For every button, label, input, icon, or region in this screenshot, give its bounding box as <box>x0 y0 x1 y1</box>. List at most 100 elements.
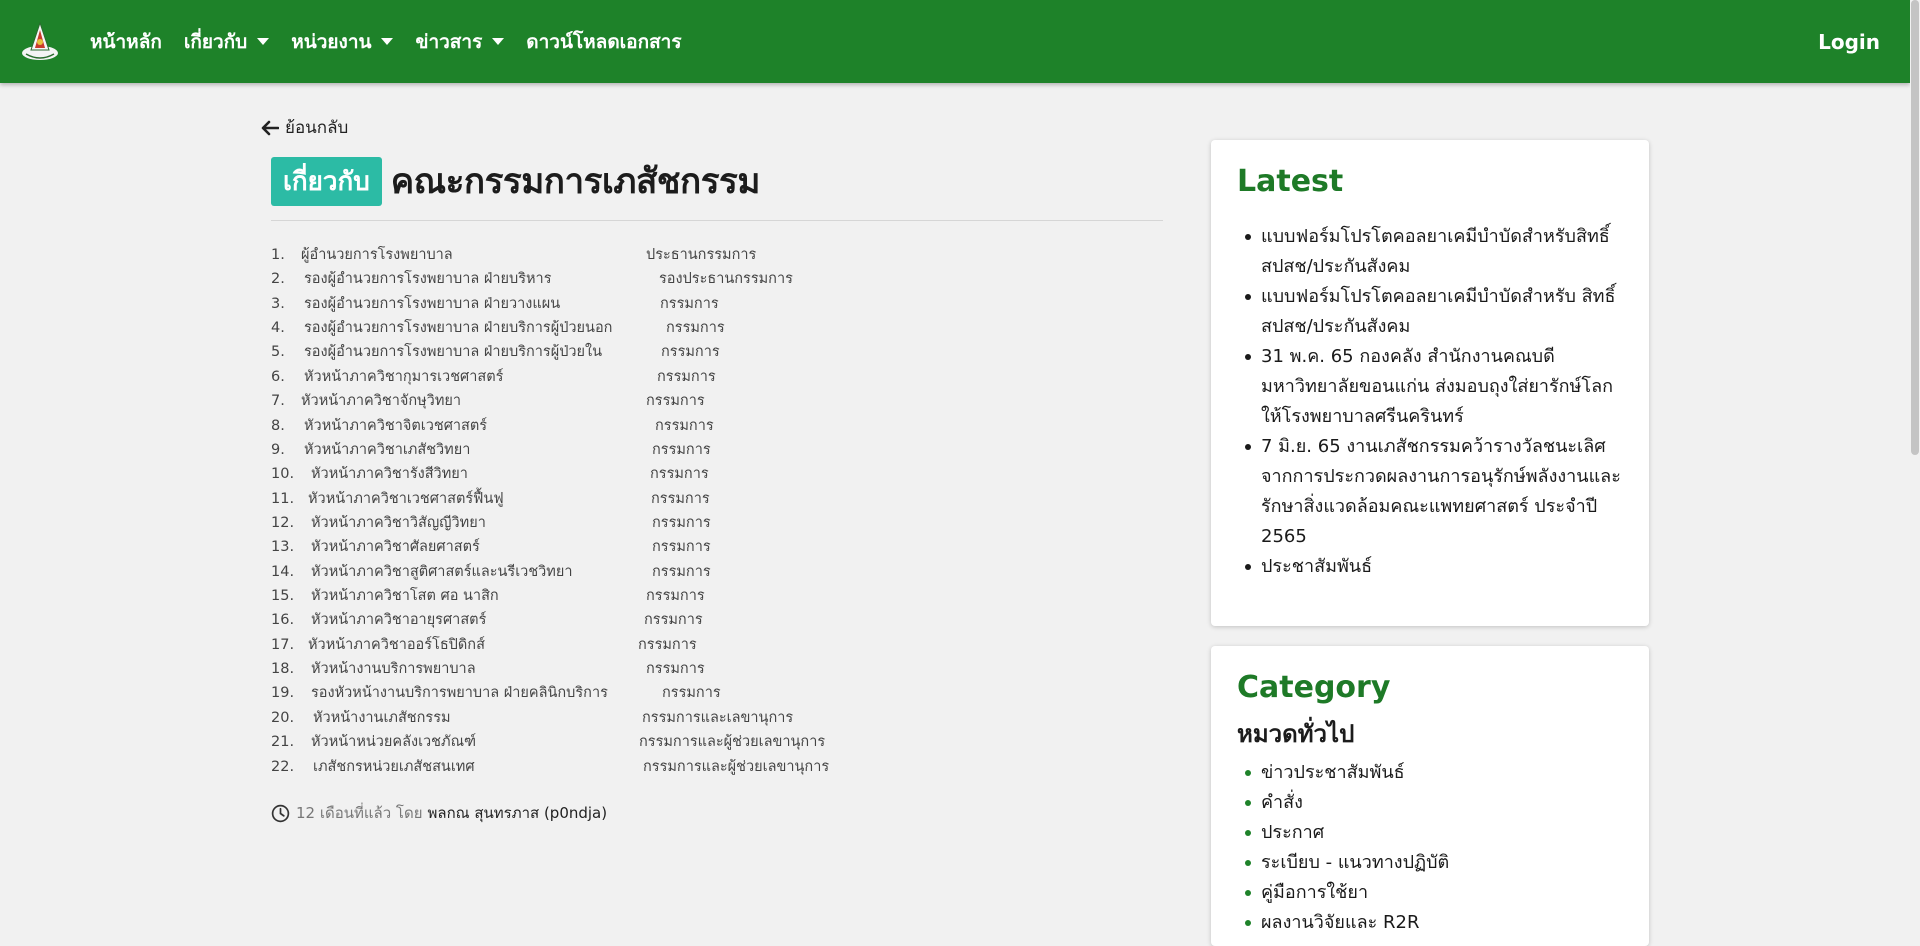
member-row: 19. รองหัวหน้างานบริการพยาบาล ฝ่ายคลินิกบ… <box>271 681 891 705</box>
title-divider <box>271 220 1163 221</box>
member-name: หัวหน้าภาควิชาศัลยศาสตร์ <box>311 539 480 556</box>
nav-news-label: ข่าวสาร <box>415 30 483 53</box>
member-number: 1. <box>271 247 285 263</box>
category-item[interactable]: ประกาศ <box>1244 818 1449 848</box>
nav-downloads-label: ดาวน์โหลดเอกสาร <box>526 30 682 53</box>
member-number: 19. <box>271 685 295 702</box>
member-name: หัวหน้าหน่วยคลังเวชภัณฑ์ <box>311 734 477 751</box>
scrollbar-thumb[interactable] <box>1911 0 1919 455</box>
member-name: รองผู้อำนวยการโรงพยาบาล ฝ่ายบริการผู้ป่ว… <box>304 320 613 337</box>
member-number: 4. <box>271 320 285 337</box>
latest-item[interactable]: 31 พ.ค. 65 กองคลัง สำนักงานคณบดี มหาวิทย… <box>1245 342 1621 432</box>
latest-item[interactable]: แบบฟอร์มโปรโตคอลยาเคมีบำบัดสำหรับสิทธิ์ส… <box>1245 222 1621 282</box>
member-row: 11. หัวหน้าภาควิชาเวชศาสตร์ฟื้นฟู กรรมการ <box>271 487 891 511</box>
back-link[interactable]: ย้อนกลับ <box>261 114 348 141</box>
member-number: 16. <box>271 612 295 629</box>
member-role: กรรมการ <box>661 344 720 361</box>
member-name: เภสัชกรหน่วยเภสัชสนเทศ <box>313 758 475 775</box>
member-row: 10. หัวหน้าภาควิชารังสีวิทยา กรรมการ <box>271 462 891 486</box>
member-row: 15. หัวหน้าภาควิชาโสต ศอ นาสิก กรรมการ <box>271 584 891 608</box>
category-item[interactable]: คู่มือการใช้ยา <box>1244 878 1449 908</box>
caret-down-icon <box>381 38 394 45</box>
member-role: กรรมการ <box>646 393 705 410</box>
member-role: กรรมการ <box>652 563 711 580</box>
member-name: รองผู้อำนวยการโรงพยาบาล ฝ่ายวางแผน <box>304 295 561 312</box>
member-role: กรรมการ <box>644 612 703 629</box>
member-role: กรรมการ <box>646 588 705 605</box>
post-time: 12 เดือนที่แล้ว โดย <box>296 804 423 822</box>
member-name: รองผู้อำนวยการโรงพยาบาล ฝ่ายบริหาร <box>304 271 552 288</box>
member-row: 17. หัวหน้าภาควิชาออร์โธปิดิกส์ กรรมการ <box>271 633 891 657</box>
top-navbar: หน้าหลัก เกี่ยวกับ หน่วยงาน ข่าวสาร ดาวน… <box>0 0 1910 83</box>
member-number: 12. <box>271 514 295 531</box>
member-number: 22. <box>271 758 295 775</box>
category-item[interactable]: ผลงานวิจัยและ R2R <box>1244 908 1449 938</box>
member-role: กรรมการและเลขานุการ <box>642 709 794 726</box>
member-name: หัวหน้างานบริการพยาบาล <box>311 661 476 678</box>
member-role: กรรมการ <box>638 636 697 653</box>
member-row: 5. รองผู้อำนวยการโรงพยาบาล ฝ่ายบริการผู้ป… <box>271 340 891 364</box>
member-number: 14. <box>271 563 295 580</box>
category-subtitle: หมวดทั่วไป <box>1237 720 1355 748</box>
member-row: 12. หัวหน้าภาควิชาวิสัญญีวิทยา กรรมการ <box>271 511 891 535</box>
member-row: 16. หัวหน้าภาควิชาอายุรศาสตร์ กรรมการ <box>271 608 891 632</box>
category-title: Category <box>1237 670 1391 705</box>
member-number: 21. <box>271 734 295 751</box>
member-number: 9. <box>271 441 285 458</box>
latest-item[interactable]: แบบฟอร์มโปรโตคอลยาเคมีบำบัดสำหรับ สิทธิ์… <box>1245 282 1621 342</box>
member-name: หัวหน้าภาควิชาจักษุวิทยา <box>301 393 462 410</box>
member-number: 20. <box>271 709 295 726</box>
nav-about[interactable]: เกี่ยวกับ <box>183 27 270 57</box>
member-role: กรรมการ <box>652 514 711 531</box>
member-name: หัวหน้าภาควิชาอายุรศาสตร์ <box>311 612 487 629</box>
member-role: กรรมการ <box>660 295 719 312</box>
member-number: 2. <box>271 271 285 288</box>
nav-home[interactable]: หน้าหลัก <box>90 27 162 57</box>
category-item[interactable]: ระเบียบ - แนวทางปฏิบัติ <box>1244 848 1449 878</box>
category-item[interactable]: คำสั่ง <box>1244 788 1449 818</box>
member-role: กรรมการและผู้ช่วยเลขานุการ <box>639 734 826 751</box>
member-number: 10. <box>271 466 295 483</box>
page-title: คณะกรรมการเภสัชกรรม <box>390 162 761 202</box>
member-number: 15. <box>271 588 295 605</box>
nav-units[interactable]: หน่วยงาน <box>291 27 394 57</box>
member-row: 13. หัวหน้าภาควิชาศัลยศาสตร์ กรรมการ <box>271 535 891 559</box>
member-row: 3. รองผู้อำนวยการโรงพยาบาล ฝ่ายวางแผน กรรม… <box>271 292 891 316</box>
latest-card: Latest แบบฟอร์มโปรโตคอลยาเคมีบำบัดสำหรับ… <box>1211 140 1649 626</box>
category-card: Category หมวดทั่วไป ข่าวประชาสัมพันธ์ คำ… <box>1211 646 1649 946</box>
member-role: กรรมการ <box>652 441 711 458</box>
latest-item[interactable]: ประชาสัมพันธ์ <box>1245 552 1621 582</box>
member-row: 7. หัวหน้าภาควิชาจักษุวิทยา กรรมการ <box>271 389 891 413</box>
member-row: 22. เภสัชกรหน่วยเภสัชสนเทศ กรรมการและผู้ช่… <box>271 755 891 779</box>
member-name: หัวหน้าภาควิชาสูติศาสตร์และนรีเวชวิทยา <box>311 563 573 580</box>
category-badge[interactable]: เกี่ยวกับ <box>271 157 382 206</box>
page-header: เกี่ยวกับ คณะกรรมการเภสัชกรรม <box>271 154 760 209</box>
hospital-logo[interactable] <box>20 20 60 62</box>
nav-about-label: เกี่ยวกับ <box>183 30 248 53</box>
login-link[interactable]: Login <box>1818 0 1880 83</box>
member-name: ผู้อำนวยการโรงพยาบาล <box>301 247 453 263</box>
member-name: หัวหน้าภาควิชาออร์โธปิดิกส์ <box>308 636 485 653</box>
category-item[interactable]: ข่าวประชาสัมพันธ์ <box>1244 758 1449 788</box>
member-row: 18. หัวหน้างานบริการพยาบาล กรรมการ <box>271 657 891 681</box>
post-author[interactable]: พลกณ สุนทรภาส (p0ndja) <box>428 801 608 825</box>
member-number: 11. <box>271 490 295 507</box>
clock-icon <box>271 804 290 822</box>
nav-downloads[interactable]: ดาวน์โหลดเอกสาร <box>526 27 681 57</box>
member-name: หัวหน้างานเภสัชกรรม <box>313 709 451 726</box>
member-row: 6. หัวหน้าภาควิชากุมารเวชศาสตร์ กรรมการ <box>271 365 891 389</box>
member-number: 7. <box>271 393 285 410</box>
post-meta: 12 เดือนที่แล้ว โดย พลกณ สุนทรภาส (p0ndj… <box>271 801 607 825</box>
member-row: 14. หัวหน้าภาควิชาสูติศาสตร์และนรีเวชวิทย… <box>271 560 891 584</box>
nav-news[interactable]: ข่าวสาร <box>415 27 505 57</box>
latest-item[interactable]: 7 มิ.ย. 65 งานเภสัชกรรมคว้ารางวัลชนะเลิศ… <box>1245 432 1621 552</box>
committee-member-list: 1. ผู้อำนวยการโรงพยาบาล ประธานกรรมการ 2. รอง… <box>271 243 891 779</box>
member-name: หัวหน้าภาควิชากุมารเวชศาสตร์ <box>304 368 504 385</box>
member-role: กรรมการ <box>666 320 725 337</box>
member-name: หัวหน้าภาควิชาเภสัชวิทยา <box>304 441 471 458</box>
member-row: 4. รองผู้อำนวยการโรงพยาบาล ฝ่ายบริการผู้ป… <box>271 316 891 340</box>
member-name: หัวหน้าภาควิชาจิตเวชศาสตร์ <box>304 417 488 434</box>
member-role: รองประธานกรรมการ <box>659 271 793 288</box>
member-number: 17. <box>271 636 295 653</box>
member-number: 6. <box>271 368 285 385</box>
